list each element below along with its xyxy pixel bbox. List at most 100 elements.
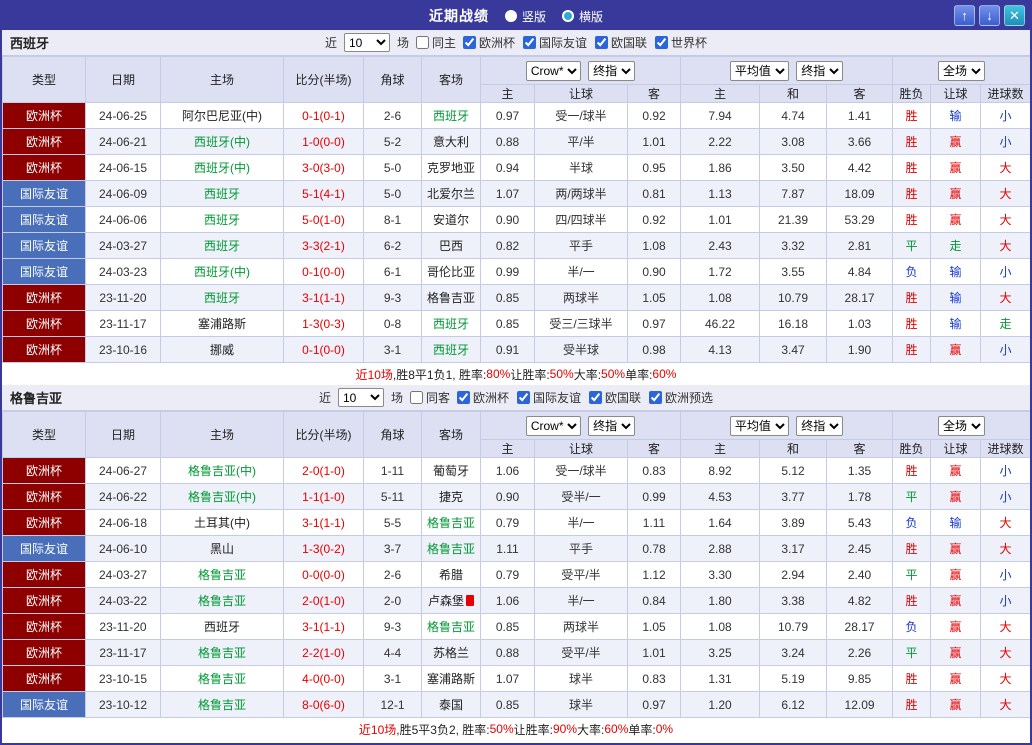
match-row: 欧洲杯24-06-22格鲁吉亚(中)1-1(1-0)5-11捷克0.90受半/一… (3, 484, 1031, 510)
same-venue-filter[interactable]: 同主 (416, 34, 456, 51)
bookmaker-stage-select[interactable]: 终指 (588, 416, 635, 436)
handicap-result-cell: 输 (931, 103, 981, 129)
radio-icon (505, 10, 517, 22)
league-filter[interactable]: 欧洲预选 (649, 389, 713, 406)
col-score: 比分(半场) (284, 57, 364, 103)
handicap-result-cell: 输 (931, 259, 981, 285)
bookmaker-away-odds-cell: 0.81 (628, 181, 681, 207)
recent-count-select[interactable]: 10 (344, 33, 390, 52)
corner-cell: 5-11 (364, 484, 422, 510)
score-cell: 3-1(1-1) (284, 510, 364, 536)
bookmaker-away-odds-cell: 1.05 (628, 614, 681, 640)
avg-home-odds-cell: 7.94 (681, 103, 760, 129)
league-checkbox[interactable] (523, 36, 536, 49)
avg-draw-odds-cell: 3.17 (760, 536, 827, 562)
bookmaker-home-odds-cell: 0.85 (481, 311, 535, 337)
league-checkbox[interactable] (517, 391, 530, 404)
league-filter[interactable]: 欧国联 (589, 389, 641, 406)
avg-draw-odds-cell: 3.32 (760, 233, 827, 259)
bookmaker-stage-select[interactable]: 终指 (588, 61, 635, 81)
home-team-cell: 西班牙 (161, 614, 284, 640)
bookmaker-handicap-cell: 受半球 (535, 337, 628, 363)
table-head: 类型 日期 主场 比分(半场) 角球 客场 Crow* 终指 平均值 终指 (3, 412, 1031, 458)
away-team-cell: 西班牙 (422, 311, 481, 337)
away-team-cell: 哥伦比亚 (422, 259, 481, 285)
move-up-button[interactable]: ↑ (954, 5, 975, 26)
scope-select[interactable]: 全场 (938, 416, 985, 436)
average-select[interactable]: 平均值 (730, 61, 789, 81)
same-venue-checkbox[interactable] (416, 36, 429, 49)
bookmaker-away-odds-cell: 0.97 (628, 692, 681, 718)
outcome-result-cell: 胜 (893, 692, 931, 718)
avg-draw-odds-cell: 5.19 (760, 666, 827, 692)
average-select[interactable]: 平均值 (730, 416, 789, 436)
layout-radio-vertical[interactable]: 竖版 (505, 8, 546, 25)
away-team-name: 捷克 (439, 490, 463, 504)
league-filter[interactable]: 世界杯 (655, 34, 707, 51)
bookmaker-select[interactable]: Crow* (526, 61, 581, 81)
corner-cell: 2-6 (364, 562, 422, 588)
league-checkbox[interactable] (589, 391, 602, 404)
match-row: 国际友谊23-10-12格鲁吉亚8-0(6-0)12-1泰国0.85球半0.97… (3, 692, 1031, 718)
avg-draw-odds-cell: 3.77 (760, 484, 827, 510)
league-checkbox[interactable] (457, 391, 470, 404)
scope-select[interactable]: 全场 (938, 61, 985, 81)
col-corners: 角球 (364, 412, 422, 458)
avg-home-odds-cell: 4.53 (681, 484, 760, 510)
col-score: 比分(半场) (284, 412, 364, 458)
avg-away-odds-cell: 2.40 (827, 562, 893, 588)
league-filter[interactable]: 欧国联 (595, 34, 647, 51)
move-down-button[interactable]: ↓ (979, 5, 1000, 26)
avg-away-odds-cell: 4.42 (827, 155, 893, 181)
avg-away-odds-cell: 1.78 (827, 484, 893, 510)
league-filter[interactable]: 欧洲杯 (457, 389, 509, 406)
same-venue-checkbox[interactable] (410, 391, 423, 404)
away-team-cell: 格鲁吉亚 (422, 285, 481, 311)
recent-count-select[interactable]: 10 (338, 388, 384, 407)
league-filter[interactable]: 欧洲杯 (463, 34, 515, 51)
bookmaker-away-odds-cell: 0.90 (628, 259, 681, 285)
summary-segment: 50% (490, 722, 514, 736)
red-card-icon (466, 595, 474, 606)
avg-home-odds-cell: 46.22 (681, 311, 760, 337)
league-checkbox[interactable] (649, 391, 662, 404)
away-team-name: 希腊 (439, 568, 463, 582)
titlebar: 近期战绩 竖版 横版 ↑ ↓ ✕ (2, 2, 1030, 30)
outcome-result-cell: 平 (893, 640, 931, 666)
corner-cell: 12-1 (364, 692, 422, 718)
bookmaker-handicap-cell: 平手 (535, 233, 628, 259)
bookmaker-handicap-cell: 半球 (535, 155, 628, 181)
match-row: 国际友谊24-06-09西班牙5-1(4-1)5-0北爱尔兰1.07两/两球半0… (3, 181, 1031, 207)
bookmaker-select[interactable]: Crow* (526, 416, 581, 436)
league-filter[interactable]: 国际友谊 (523, 34, 587, 51)
home-team-cell: 格鲁吉亚 (161, 666, 284, 692)
outcome-result-cell: 负 (893, 614, 931, 640)
page-title: 近期战绩 (429, 6, 489, 26)
avg-home-odds-cell: 4.13 (681, 337, 760, 363)
average-stage-select[interactable]: 终指 (796, 61, 843, 81)
subcol-odds-home: 主 (481, 85, 535, 103)
league-type-cell: 国际友谊 (3, 207, 86, 233)
corner-cell: 5-0 (364, 181, 422, 207)
bookmaker-handicap-cell: 半/一 (535, 588, 628, 614)
goals-result-cell: 小 (981, 562, 1031, 588)
average-stage-select[interactable]: 终指 (796, 416, 843, 436)
away-team-name: 泰国 (439, 698, 463, 712)
avg-draw-odds-cell: 3.47 (760, 337, 827, 363)
league-type-cell: 欧洲杯 (3, 588, 86, 614)
close-button[interactable]: ✕ (1004, 5, 1025, 26)
league-checkbox[interactable] (463, 36, 476, 49)
layout-radio-horizontal[interactable]: 横版 (562, 8, 603, 25)
same-venue-filter[interactable]: 同客 (410, 389, 450, 406)
outcome-result-cell: 胜 (893, 181, 931, 207)
league-checkbox[interactable] (655, 36, 668, 49)
down-arrow-icon: ↓ (986, 8, 993, 23)
away-team-name: 哥伦比亚 (427, 265, 475, 279)
avg-draw-odds-cell: 4.74 (760, 103, 827, 129)
away-team-name: 西班牙 (433, 317, 469, 331)
league-filter[interactable]: 国际友谊 (517, 389, 581, 406)
bookmaker-handicap-cell: 两/两球半 (535, 181, 628, 207)
league-checkbox[interactable] (595, 36, 608, 49)
table-head: 类型 日期 主场 比分(半场) 角球 客场 Crow* 终指 平均值 终指 (3, 57, 1031, 103)
league-type-cell: 欧洲杯 (3, 484, 86, 510)
